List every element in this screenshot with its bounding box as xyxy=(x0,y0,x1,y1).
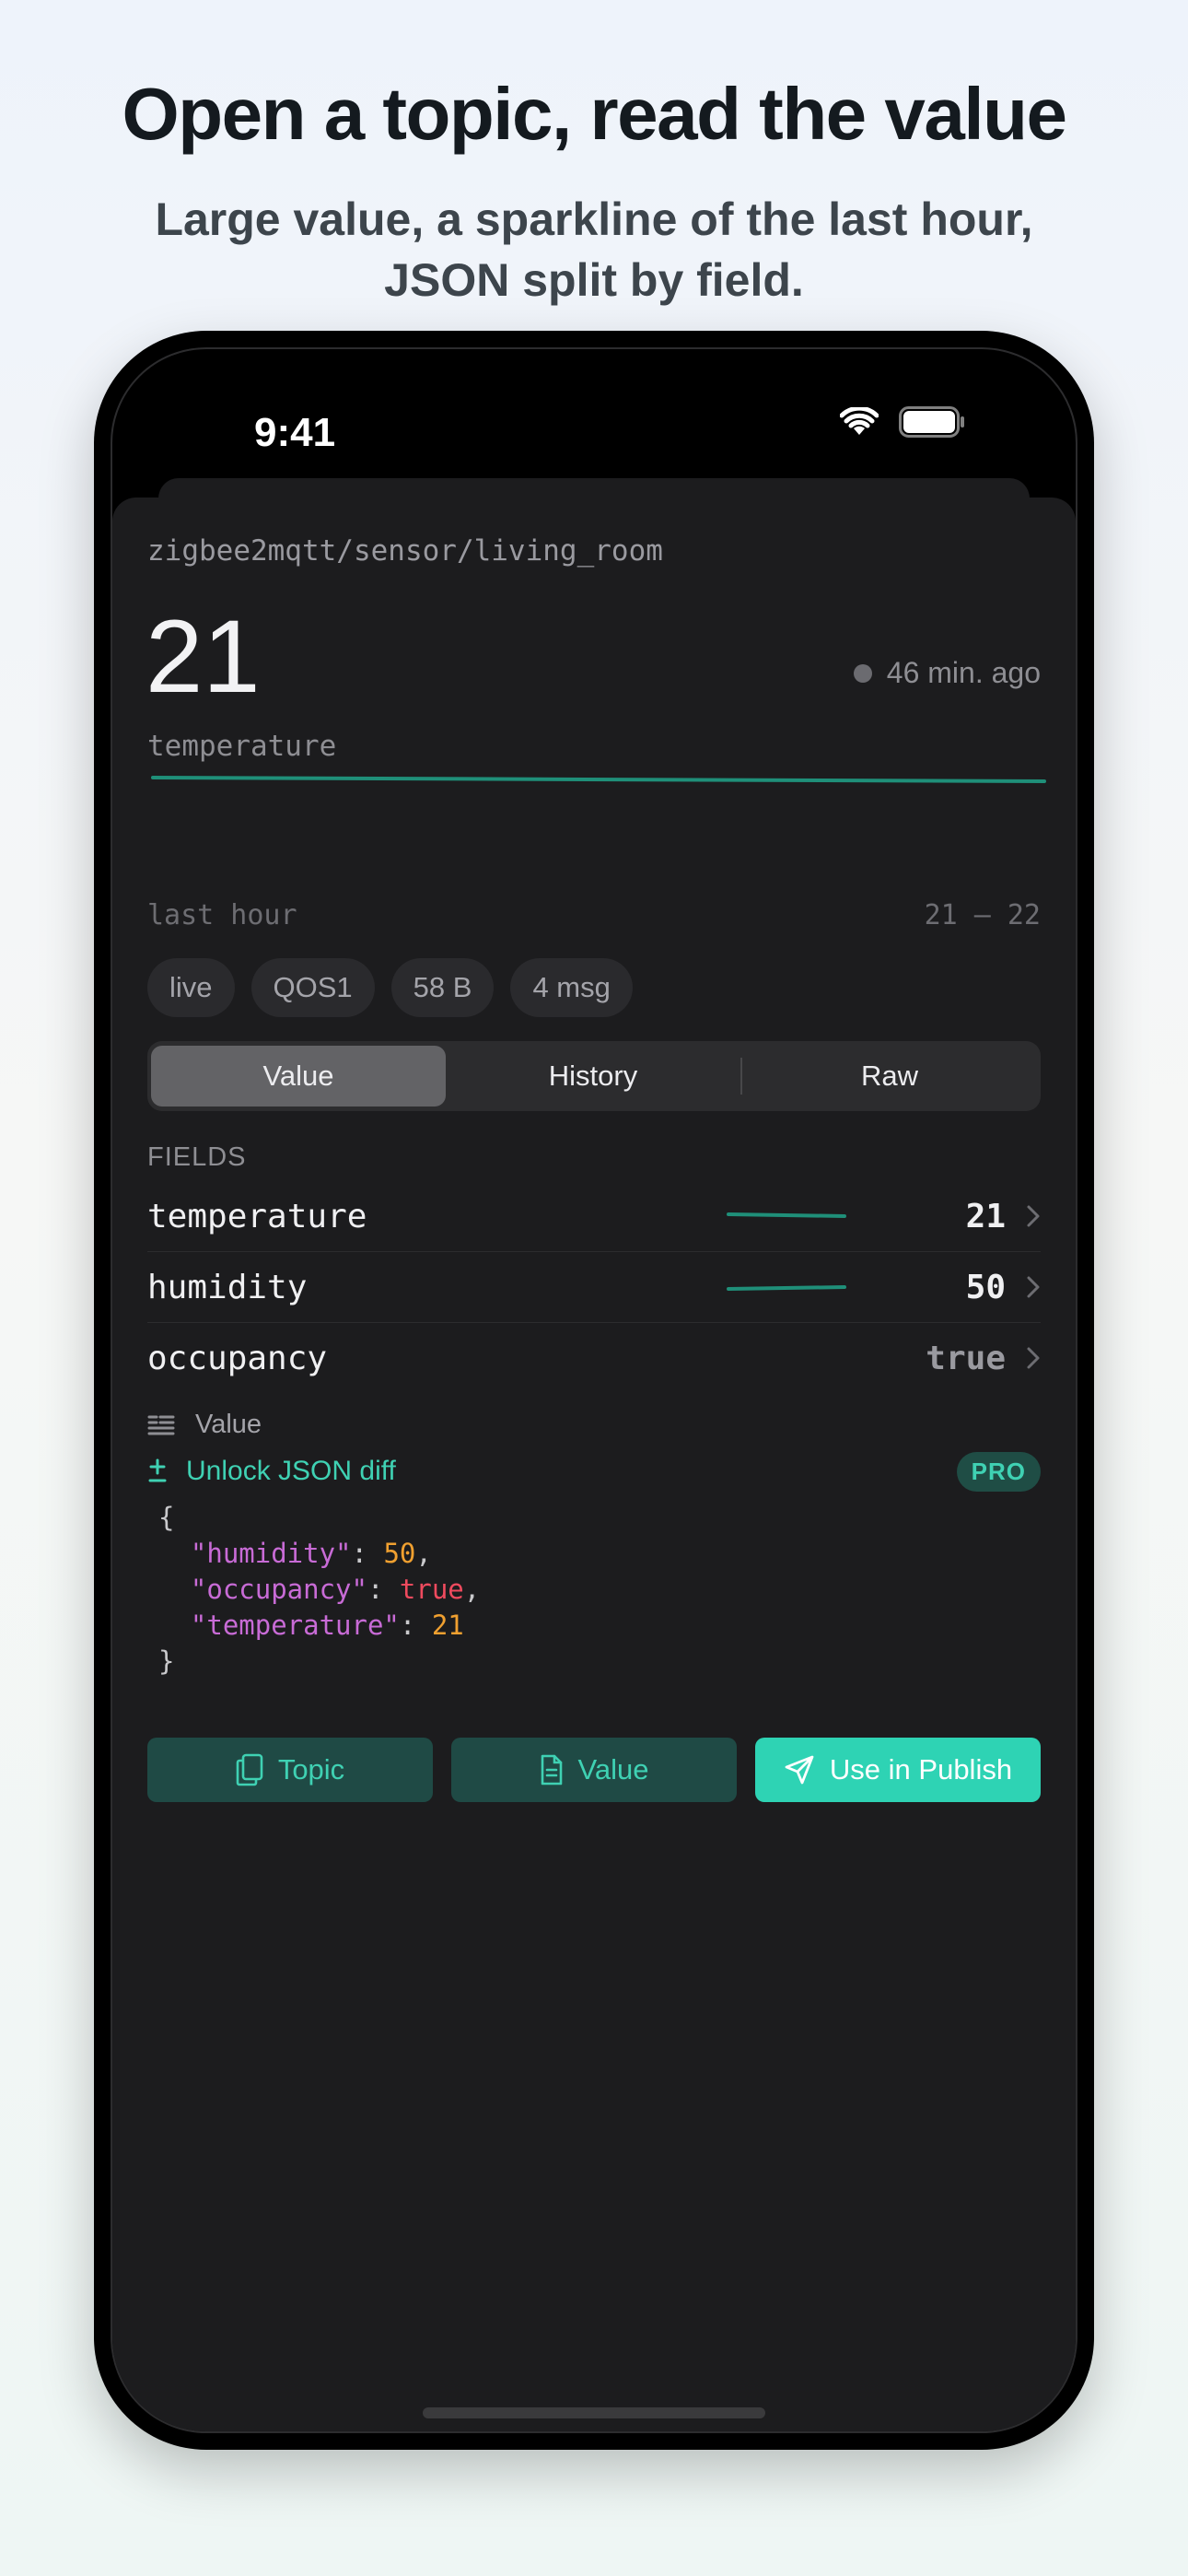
json-key: "temperature" xyxy=(190,1610,400,1641)
home-indicator xyxy=(423,2407,765,2418)
sparkline xyxy=(151,776,1046,783)
wifi-icon xyxy=(840,407,879,435)
phone-screen: 9:41 zigbee2mqtt/sensor/living_room 21 4… xyxy=(111,347,1077,2433)
field-row-temperature[interactable]: temperature 21 xyxy=(147,1181,1041,1252)
action-buttons: Topic Value Use in Publish xyxy=(147,1738,1041,1802)
value-section-header: Value xyxy=(147,1410,262,1440)
field-value: 21 xyxy=(965,1197,1006,1235)
status-icons xyxy=(840,406,965,438)
json-open-brace: { xyxy=(158,1502,175,1533)
last-update: 46 min. ago xyxy=(853,656,1041,690)
current-value: 21 xyxy=(146,599,261,714)
use-in-publish-label: Use in Publish xyxy=(829,1753,1013,1786)
fields-title: FIELDS xyxy=(147,1142,247,1172)
view-tabs: Value History Raw xyxy=(147,1041,1041,1111)
field-row-humidity[interactable]: humidity 50 xyxy=(147,1252,1041,1323)
status-time: 9:41 xyxy=(254,410,336,455)
battery-icon xyxy=(899,406,964,438)
unlock-json-diff[interactable]: Unlock JSON diff xyxy=(147,1456,396,1487)
text-quote-icon xyxy=(147,1415,175,1434)
field-sparkline xyxy=(726,1212,846,1218)
pro-badge: PRO xyxy=(956,1452,1041,1492)
json-key: "humidity" xyxy=(190,1538,352,1569)
copy-icon xyxy=(236,1753,263,1786)
copy-value-button[interactable]: Value xyxy=(451,1738,737,1802)
json-close-brace: } xyxy=(158,1645,175,1677)
chip-qos: QOS1 xyxy=(250,958,375,1017)
copy-value-label: Value xyxy=(577,1753,649,1786)
chip-live: live xyxy=(147,958,235,1017)
chip-size: 58 B xyxy=(390,958,495,1017)
json-value: 21 xyxy=(431,1610,464,1641)
topic-detail-sheet: zigbee2mqtt/sensor/living_room 21 46 min… xyxy=(112,498,1076,2431)
send-icon xyxy=(785,1755,814,1785)
topic-path: zigbee2mqtt/sensor/living_room xyxy=(147,534,663,568)
last-update-text: 46 min. ago xyxy=(886,656,1041,689)
message-meta-chips: live QOS1 58 B 4 msg xyxy=(147,958,633,1017)
field-name: humidity xyxy=(147,1268,308,1306)
headline: Open a topic, read the value xyxy=(122,73,1067,155)
phone-frame: 9:41 zigbee2mqtt/sensor/living_room 21 4… xyxy=(94,331,1094,2450)
chip-count: 4 msg xyxy=(510,958,633,1017)
field-value: true xyxy=(926,1339,1006,1377)
json-sep: , xyxy=(415,1538,432,1569)
value-field-label: temperature xyxy=(147,730,337,763)
field-value: 50 xyxy=(965,1268,1006,1306)
copy-topic-button[interactable]: Topic xyxy=(147,1738,433,1802)
range-value: 21 — 22 xyxy=(924,899,1041,931)
json-value: 50 xyxy=(383,1538,416,1569)
json-sep: , xyxy=(463,1574,481,1605)
json-viewer: { "humidity": 50, "occupancy": true, "te… xyxy=(158,1502,481,1677)
plus-minus-icon xyxy=(148,1458,167,1482)
field-sparkline xyxy=(726,1285,846,1291)
chevron-right-icon xyxy=(1027,1276,1040,1298)
field-name: temperature xyxy=(147,1197,367,1235)
value-section-label: Value xyxy=(195,1410,262,1439)
chevron-right-icon xyxy=(1027,1347,1040,1369)
unlock-label: Unlock JSON diff xyxy=(186,1456,396,1486)
copy-topic-label: Topic xyxy=(277,1753,345,1786)
json-key: "occupancy" xyxy=(190,1574,367,1605)
field-name: occupancy xyxy=(147,1339,328,1377)
tab-raw[interactable]: Raw xyxy=(742,1046,1037,1107)
field-row-occupancy[interactable]: occupancy true xyxy=(147,1323,1041,1393)
status-dot xyxy=(853,663,872,683)
document-icon xyxy=(541,1754,562,1786)
json-value: true xyxy=(399,1574,464,1605)
tab-value[interactable]: Value xyxy=(151,1046,446,1107)
range-label: last hour xyxy=(147,899,297,931)
use-in-publish-button[interactable]: Use in Publish xyxy=(755,1738,1041,1802)
chevron-right-icon xyxy=(1027,1205,1040,1227)
subline: Large value, a sparkline of the last hou… xyxy=(155,193,1033,306)
tab-history[interactable]: History xyxy=(446,1046,740,1107)
